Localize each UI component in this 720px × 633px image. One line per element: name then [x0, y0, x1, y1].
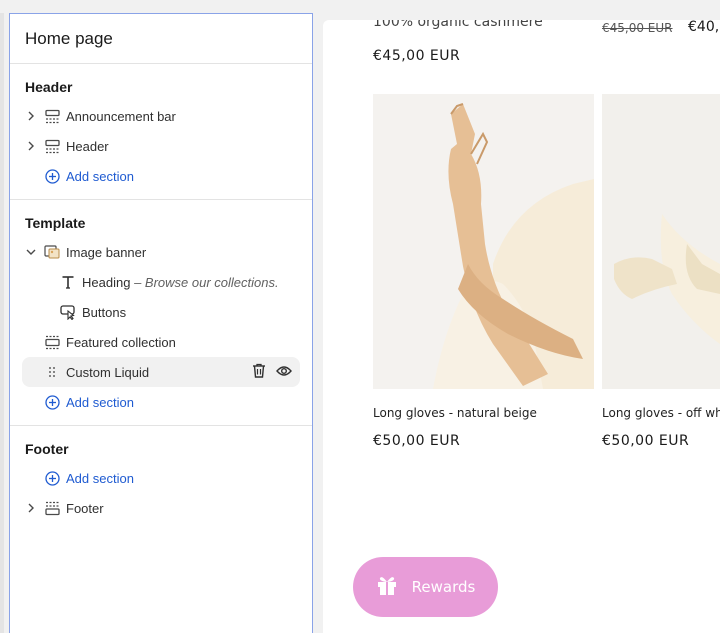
product-sale-price: €40,	[688, 20, 720, 35]
product-price: €45,00 EUR	[373, 48, 461, 64]
block-detail: – Browse our collections.	[134, 274, 279, 290]
section-icon	[44, 138, 60, 154]
group-title-header: Header	[25, 79, 73, 95]
section-label: Featured collection	[66, 334, 176, 350]
add-section-button[interactable]: Add section	[10, 463, 312, 493]
store-preview: 100% organic cashmere €45,00 EUR €45,00 …	[323, 20, 720, 633]
add-section-label: Add section	[66, 470, 134, 486]
chevron-down-icon[interactable]	[25, 246, 37, 258]
chevron-right-icon[interactable]	[25, 110, 37, 122]
section-announcement-bar[interactable]: Announcement bar	[10, 101, 312, 131]
section-label: Image banner	[66, 244, 147, 260]
group-title-template: Template	[25, 215, 86, 231]
add-section-label: Add section	[66, 394, 134, 410]
section-icon	[44, 108, 60, 124]
plus-circle-icon	[44, 470, 60, 486]
text-icon	[60, 274, 76, 290]
image-banner-icon	[44, 244, 60, 260]
chevron-right-icon[interactable]	[25, 140, 37, 152]
section-featured-collection[interactable]: Featured collection	[10, 327, 312, 357]
chevron-right-icon[interactable]	[25, 502, 37, 514]
add-section-label: Add section	[66, 168, 134, 184]
footer-group: Footer Add section Footer	[10, 426, 312, 531]
plus-circle-icon	[44, 394, 60, 410]
product-name[interactable]: Long gloves - natural beige	[373, 406, 537, 420]
template-group: Template Image banner Heading – Browse o…	[10, 200, 312, 426]
sidebar: Home page Header Announcement bar Header	[9, 13, 313, 633]
section-footer[interactable]: Footer	[10, 493, 312, 523]
block-buttons[interactable]: Buttons	[10, 297, 312, 327]
add-section-button[interactable]: Add section	[10, 161, 312, 191]
trash-icon[interactable]	[252, 363, 266, 381]
section-label: Header	[66, 138, 109, 154]
section-label: Custom Liquid	[66, 364, 150, 380]
section-label: Announcement bar	[66, 108, 176, 124]
rewards-button[interactable]: Rewards	[353, 557, 498, 617]
left-edge	[0, 13, 4, 633]
product-image-beige-gloves[interactable]	[373, 94, 594, 389]
group-title-footer: Footer	[25, 441, 69, 457]
block-label: Heading	[82, 274, 131, 290]
section-header[interactable]: Header	[10, 131, 312, 161]
plus-circle-icon	[44, 168, 60, 184]
row-actions	[252, 363, 292, 381]
page-title: Home page	[10, 14, 312, 64]
section-image-banner[interactable]: Image banner	[10, 237, 312, 267]
product-description: 100% organic cashmere	[373, 20, 543, 30]
product-price: €50,00 EUR	[602, 433, 690, 449]
block-heading-text: Heading – Browse our collections.	[82, 275, 279, 290]
cursor-button-icon	[60, 304, 76, 320]
section-custom-liquid[interactable]: Custom Liquid	[22, 357, 300, 387]
product-image-offwhite-gloves[interactable]	[602, 94, 720, 389]
gift-icon	[376, 574, 398, 600]
add-section-button[interactable]: Add section	[10, 387, 312, 417]
footer-section-icon	[44, 500, 60, 516]
eye-icon[interactable]	[276, 365, 292, 380]
rewards-label: Rewards	[411, 578, 476, 596]
drag-handle-icon[interactable]	[44, 364, 60, 380]
header-group: Header Announcement bar Header Add secti…	[10, 64, 312, 200]
section-label: Footer	[66, 500, 104, 516]
block-label: Buttons	[82, 304, 127, 320]
block-heading[interactable]: Heading – Browse our collections.	[10, 267, 312, 297]
featured-collection-icon	[44, 334, 60, 350]
product-old-price: €45,00 EUR	[602, 21, 673, 35]
product-price: €50,00 EUR	[373, 433, 461, 449]
product-name[interactable]: Long gloves - off wh	[602, 406, 720, 420]
